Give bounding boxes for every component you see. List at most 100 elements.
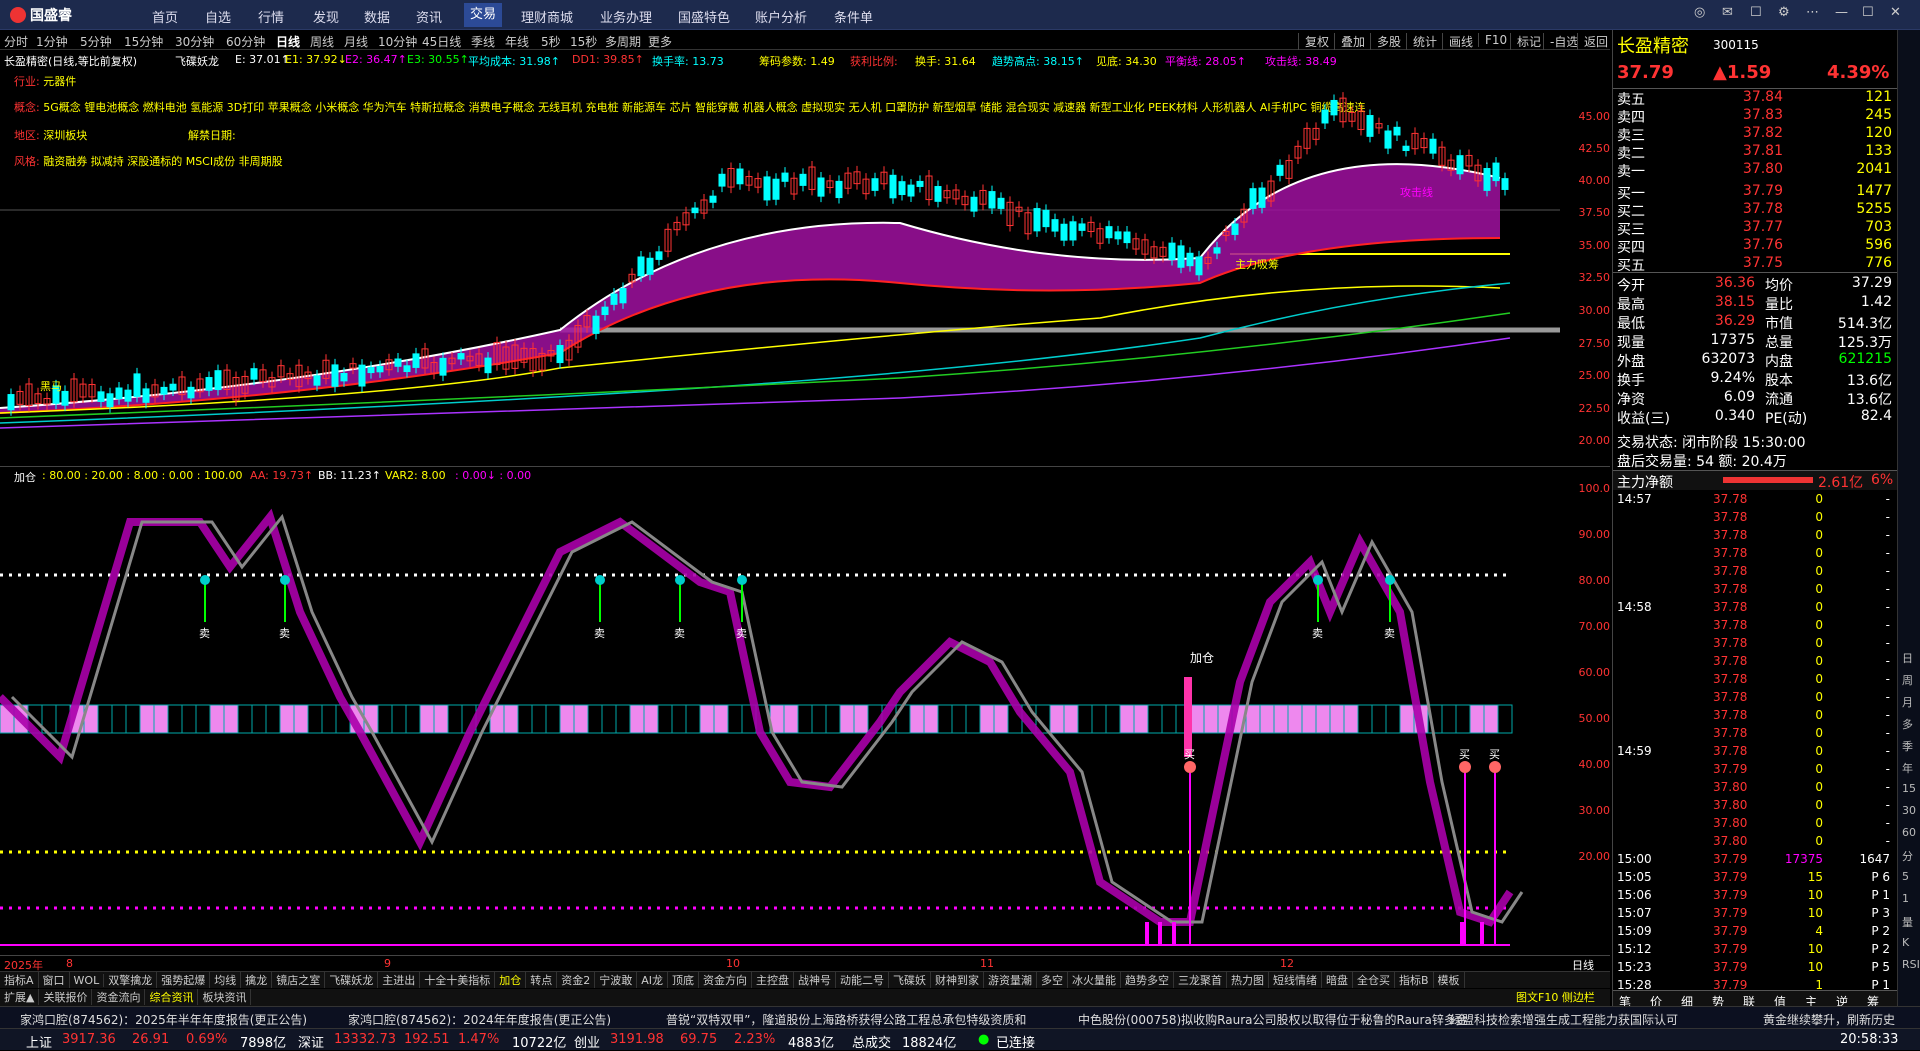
indicator-tab[interactable]: 顶底 <box>668 972 699 988</box>
news-item[interactable]: 家鸿口腔(874562)：2024年年度报告(更正公告) <box>348 1011 611 1028</box>
period-1[interactable]: 分时 <box>4 33 28 50</box>
info-tab[interactable]: 板块资讯 <box>198 989 252 1005</box>
indicator-tab[interactable]: 三龙聚首 <box>1174 972 1227 988</box>
period-6[interactable]: 60分钟 <box>226 33 265 50</box>
indicator-tab[interactable]: 财神到家 <box>931 972 984 988</box>
bid-row[interactable]: 买四 37.76 596 <box>1613 237 1898 256</box>
info-tab[interactable]: 关联报价 <box>39 989 93 1005</box>
menu-home[interactable]: 首页 <box>152 7 178 26</box>
sidebar-item[interactable]: 季 <box>1902 738 1913 754</box>
indicator-tab[interactable]: 模板 <box>1434 972 1465 988</box>
tool-back[interactable]: 返回 <box>1577 33 1608 50</box>
bid-row[interactable]: 买一 37.79 1477 <box>1613 183 1898 202</box>
period-4[interactable]: 15分钟 <box>124 33 163 50</box>
menu-wealth[interactable]: 理财商城 <box>521 7 573 26</box>
news-item[interactable]: 黄金继续攀升，刷新历史 <box>1763 1011 1895 1028</box>
indicator-tab[interactable]: WOL <box>70 974 105 987</box>
tool-mark[interactable]: 标记 <box>1510 33 1541 50</box>
indicator-tab[interactable]: 冰火量能 <box>1068 972 1121 988</box>
period-9[interactable]: 10分钟 <box>378 33 417 50</box>
indicator-tab[interactable]: 指标A <box>0 972 39 988</box>
sidebar-item[interactable]: 月 <box>1902 694 1913 710</box>
period-12[interactable]: 年线 <box>505 33 529 50</box>
period-daily[interactable]: 日线 <box>276 33 300 50</box>
ask-row[interactable]: 卖三 37.82 120 <box>1613 125 1898 144</box>
period-14[interactable]: 15秒 <box>570 33 597 50</box>
period-8[interactable]: 月线 <box>344 33 368 50</box>
close-icon[interactable]: ✕ <box>1890 5 1901 20</box>
tool-watch[interactable]: -自选 <box>1543 33 1578 50</box>
bid-row[interactable]: 买三 37.77 703 <box>1613 219 1898 238</box>
tool-adjust[interactable]: 复权 <box>1298 33 1329 50</box>
tool-stats[interactable]: 统计 <box>1406 33 1437 50</box>
ask-row[interactable]: 卖二 37.81 133 <box>1613 143 1898 162</box>
indicator-tab[interactable]: 飞碟妖 <box>889 972 931 988</box>
indicator-tab[interactable]: 主进出 <box>378 972 421 988</box>
sidebar-item[interactable]: 15 <box>1902 782 1916 795</box>
info-tab[interactable]: 资金流向 <box>92 989 146 1005</box>
indicator-tab[interactable]: 飞碟妖龙 <box>325 972 379 988</box>
sidebar-item[interactable]: 周 <box>1902 672 1913 688</box>
info-tab[interactable]: 综合资讯 <box>145 989 199 1005</box>
menu-discover[interactable]: 发现 <box>313 7 339 26</box>
period-10[interactable]: 45日线 <box>422 33 461 50</box>
menu-account-analysis[interactable]: 账户分析 <box>755 7 807 26</box>
bid-row[interactable]: 买五 37.75 776 <box>1613 255 1898 274</box>
indicator-tab[interactable]: 擒龙 <box>241 972 273 988</box>
period-3[interactable]: 5分钟 <box>80 33 112 50</box>
indicator-tab[interactable]: 短线情绪 <box>1269 972 1322 988</box>
tool-multi[interactable]: 多股 <box>1370 33 1401 50</box>
more-icon[interactable]: ⋯ <box>1806 5 1819 20</box>
indicator-tab[interactable]: 游资量潮 <box>984 972 1037 988</box>
indicator-tab[interactable]: 主控盘 <box>752 972 794 988</box>
indicator-tab[interactable]: 全仓买 <box>1353 972 1395 988</box>
news-item[interactable]: 中色股份(000758)拟收购Raura公司股权以取得位于秘鲁的Raura锌多金 <box>1078 1011 1468 1028</box>
period-more[interactable]: 更多 <box>648 33 672 50</box>
news-item[interactable]: 普锐“双特双甲”，隆道股份上海路桥获得公路工程总承包特级资质和 <box>666 1011 1026 1028</box>
mail-icon[interactable]: ✉ <box>1722 5 1733 20</box>
period-13[interactable]: 5秒 <box>541 33 561 50</box>
menu-watchlist[interactable]: 自选 <box>205 7 231 26</box>
news-item[interactable]: 绿盟科技检索增强生成工程能力获国际认可 <box>1450 1011 1678 1028</box>
period-2[interactable]: 1分钟 <box>36 33 68 50</box>
sidebar-item[interactable]: 多 <box>1902 716 1913 732</box>
indicator-tab[interactable]: 宁波敢 <box>595 972 638 988</box>
sidebar-item[interactable]: 1 <box>1902 892 1909 905</box>
maximize-icon[interactable]: ☐ <box>1862 5 1874 20</box>
sidebar-item[interactable]: 5 <box>1902 870 1909 883</box>
sidebar-item[interactable]: 量 <box>1902 914 1913 930</box>
indicator-tab[interactable]: 均线 <box>210 972 242 988</box>
indicator-tab[interactable]: 双擎擒龙 <box>104 972 158 988</box>
indicator-tab[interactable]: 指标B <box>1395 972 1434 988</box>
indicator-tab[interactable]: 多空 <box>1037 972 1068 988</box>
period-5[interactable]: 30分钟 <box>175 33 214 50</box>
menu-trade[interactable]: 交易 <box>464 3 503 27</box>
menu-market[interactable]: 行情 <box>258 7 284 26</box>
indicator-tab[interactable]: 窗口 <box>39 972 70 988</box>
tool-overlay[interactable]: 叠加 <box>1334 33 1365 50</box>
message-icon[interactable]: ◎ <box>1694 5 1705 20</box>
sidebar-item[interactable]: 日 <box>1902 650 1913 666</box>
ask-row[interactable]: 卖一 37.80 2041 <box>1613 161 1898 180</box>
period-15[interactable]: 多周期 <box>605 33 641 50</box>
minimize-icon[interactable]: — <box>1835 5 1848 20</box>
indicator-tab[interactable]: 强势起爆 <box>157 972 211 988</box>
menu-conditional-order[interactable]: 条件单 <box>834 7 873 26</box>
news-item[interactable]: 家鸿口腔(874562)：2025年半年年度报告(更正公告) <box>20 1011 307 1028</box>
indicator-tab[interactable]: 镜店之室 <box>272 972 326 988</box>
period-7[interactable]: 周线 <box>310 33 334 50</box>
sidebar-item[interactable]: K <box>1902 936 1909 949</box>
menu-business[interactable]: 业务办理 <box>600 7 652 26</box>
skin-icon[interactable]: ☐ <box>1750 5 1762 20</box>
menu-features[interactable]: 国盛特色 <box>678 7 730 26</box>
indicator-tab[interactable]: 加仓 <box>495 972 527 988</box>
indicator-tab[interactable]: AI龙 <box>637 972 668 988</box>
settings-icon[interactable]: ⚙ <box>1778 5 1790 20</box>
tool-f10[interactable]: F10 <box>1478 33 1507 47</box>
tool-draw[interactable]: 画线 <box>1442 33 1473 50</box>
sidebar-item[interactable]: 60 <box>1902 826 1916 839</box>
sidebar-item[interactable]: RSI <box>1902 958 1920 971</box>
indicator-tab[interactable]: 暗盘 <box>1322 972 1353 988</box>
menu-data[interactable]: 数据 <box>364 7 390 26</box>
kline-chart[interactable]: 攻击线 主力吸筹 黑马 <box>0 68 1610 466</box>
